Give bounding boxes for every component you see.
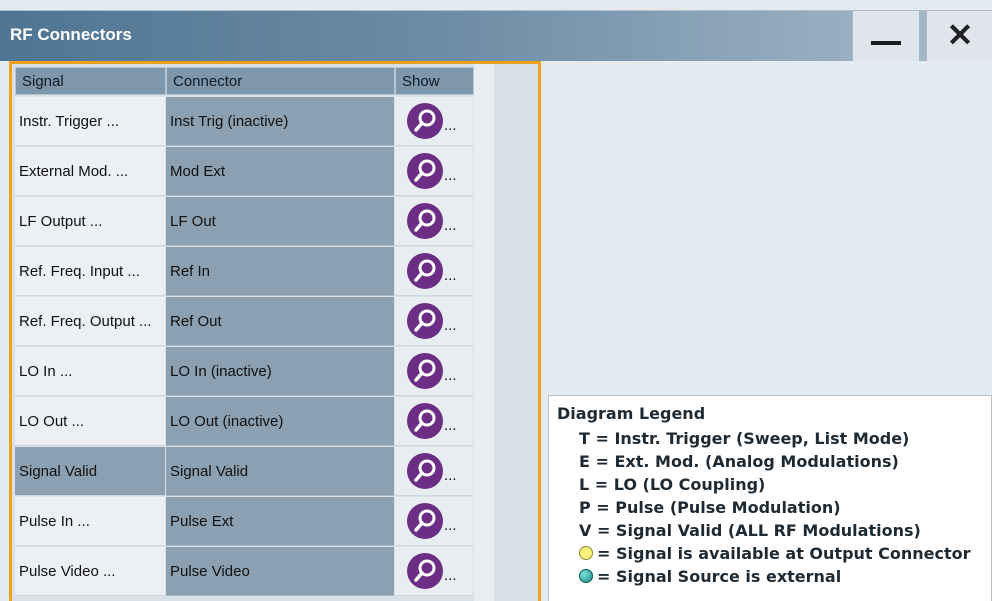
magnifier-icon [414, 409, 436, 432]
connector-cell: Mod Ext [166, 147, 394, 196]
show-button[interactable] [407, 453, 443, 489]
legend-available-text: = Signal is available at Output Connecto… [597, 544, 971, 563]
diagram-legend: Diagram Legend T = Instr. Trigger (Sweep… [548, 395, 992, 601]
show-dots: ... [444, 517, 457, 534]
signal-cell[interactable]: LO In ... [15, 347, 165, 396]
show-cell: ... [395, 97, 473, 146]
magnifier-icon [414, 159, 436, 182]
signal-cell[interactable]: LO Out ... [15, 397, 165, 446]
show-cell: ... [395, 247, 473, 296]
table-scroll-area[interactable] [474, 64, 494, 601]
show-button[interactable] [407, 203, 443, 239]
show-button[interactable] [407, 353, 443, 389]
show-dots: ... [444, 567, 457, 584]
title-bar: RF Connectors ✕ [0, 10, 992, 61]
show-cell: ... [395, 397, 473, 446]
show-dots: ... [444, 467, 457, 484]
close-button[interactable]: ✕ [926, 11, 992, 61]
show-cell: ... [395, 347, 473, 396]
connector-cell: Ref Out [166, 297, 394, 346]
connector-cell: Ref In [166, 247, 394, 296]
minimize-icon [871, 41, 901, 45]
legend-line-pulse: P = Pulse (Pulse Modulation) [579, 498, 841, 517]
signal-cell[interactable]: Signal Valid [15, 447, 165, 496]
show-cell: ... [395, 297, 473, 346]
connector-cell: LF Out [166, 197, 394, 246]
show-dots: ... [444, 367, 457, 384]
signal-cell[interactable]: Pulse In ... [15, 497, 165, 546]
legend-line-lo: L = LO (LO Coupling) [579, 475, 766, 494]
legend-line-available: = Signal is available at Output Connecto… [579, 544, 971, 563]
show-cell: ... [395, 197, 473, 246]
show-button[interactable] [407, 403, 443, 439]
show-button[interactable] [407, 153, 443, 189]
header-show[interactable]: Show [395, 67, 474, 95]
magnifier-icon [414, 459, 436, 482]
signal-cell[interactable]: LF Output ... [15, 197, 165, 246]
header-signal[interactable]: Signal [15, 67, 166, 95]
magnifier-icon [414, 309, 436, 332]
connector-cell: LO In (inactive) [166, 347, 394, 396]
legend-line-external: = Signal Source is external [579, 567, 841, 586]
show-button[interactable] [407, 303, 443, 339]
show-dots: ... [444, 217, 457, 234]
magnifier-icon [414, 359, 436, 382]
magnifier-icon [414, 209, 436, 232]
minimize-button[interactable] [852, 11, 919, 61]
connector-cell: Pulse Ext [166, 497, 394, 546]
show-button[interactable] [407, 503, 443, 539]
show-dots: ... [444, 417, 457, 434]
magnifier-icon [414, 509, 436, 532]
magnifier-icon [414, 259, 436, 282]
signal-cell[interactable]: Instr. Trigger ... [15, 97, 165, 146]
legend-line-extmod: E = Ext. Mod. (Analog Modulations) [579, 452, 899, 471]
signal-cell[interactable]: External Mod. ... [15, 147, 165, 196]
legend-line-trigger: T = Instr. Trigger (Sweep, List Mode) [579, 429, 910, 448]
show-dots: ... [444, 167, 457, 184]
show-button[interactable] [407, 103, 443, 139]
signal-cell[interactable]: Pulse Video ... [15, 547, 165, 596]
legend-title: Diagram Legend [557, 404, 706, 423]
signal-cell[interactable]: Ref. Freq. Output ... [15, 297, 165, 346]
show-dots: ... [444, 317, 457, 334]
header-connector[interactable]: Connector [166, 67, 395, 95]
legend-external-text: = Signal Source is external [597, 567, 842, 586]
show-button[interactable] [407, 553, 443, 589]
show-dots: ... [444, 117, 457, 134]
close-icon: ✕ [946, 17, 974, 53]
connector-cell: Signal Valid [166, 447, 394, 496]
show-cell: ... [395, 147, 473, 196]
show-cell: ... [395, 447, 473, 496]
window-title: RF Connectors [10, 25, 132, 44]
magnifier-icon [414, 109, 436, 132]
connector-cell: LO Out (inactive) [166, 397, 394, 446]
magnifier-icon [414, 559, 436, 582]
show-button[interactable] [407, 253, 443, 289]
show-dots: ... [444, 267, 457, 284]
rf-connectors-dialog: RF Connectors ✕ Signal Connector Show In… [0, 0, 992, 601]
connector-cell: Pulse Video [166, 547, 394, 596]
show-cell: ... [395, 547, 473, 596]
show-cell: ... [395, 497, 473, 546]
signal-cell[interactable]: Ref. Freq. Input ... [15, 247, 165, 296]
legend-line-signal-valid: V = Signal Valid (ALL RF Modulations) [579, 521, 921, 540]
connectors-table: Signal Connector Show Instr. Trigger ...… [9, 61, 541, 601]
yellow-dot-icon [579, 546, 593, 560]
teal-dot-icon [579, 569, 593, 583]
connector-cell: Inst Trig (inactive) [166, 97, 394, 146]
